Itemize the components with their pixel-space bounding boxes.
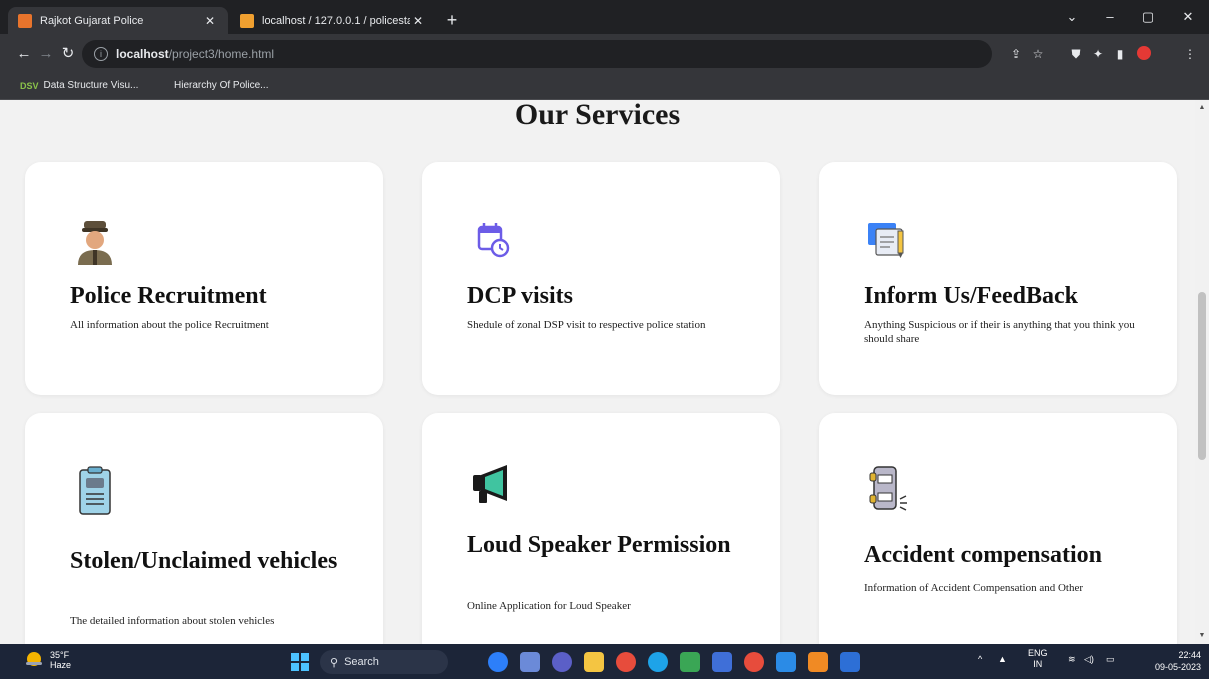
service-card-stolen-vehicles[interactable]: Stolen/Unclaimed vehicles The detailed i…	[25, 413, 383, 644]
service-card-inform-feedback[interactable]: Inform Us/FeedBack Anything Suspicious o…	[819, 162, 1177, 395]
search-label: Search	[344, 656, 379, 668]
windows-start-icon[interactable]	[290, 652, 310, 672]
windows-taskbar: 35°F Haze ⚲ Search ^ ▲ ENG IN ≋ ◁) ▭ 22:…	[0, 644, 1209, 679]
card-title: Accident compensation	[864, 542, 1102, 568]
card-description: Information of Accident Compensation and…	[864, 582, 1084, 594]
edge-icon[interactable]	[648, 652, 668, 672]
tab-close-icon[interactable]: ✕	[410, 14, 426, 28]
dsv-bookmark-icon: DSV	[20, 80, 39, 91]
app-icon-1[interactable]	[488, 652, 508, 672]
card-title: Inform Us/FeedBack	[864, 283, 1078, 309]
search-icon: ⚲	[330, 656, 339, 669]
weather-temp: 35°F	[50, 650, 70, 660]
app-icon-2[interactable]	[712, 652, 732, 672]
scroll-up-icon[interactable]: ▲	[1195, 104, 1209, 111]
card-description: Online Application for Loud Speaker	[467, 600, 631, 612]
tab-title: localhost / 127.0.0.1 / policestat	[262, 14, 410, 27]
service-card-police-recruitment[interactable]: Police Recruitment All information about…	[25, 162, 383, 395]
tray-app-icon[interactable]: ▲	[998, 654, 1007, 664]
back-button[interactable]: ←	[14, 44, 34, 64]
clock-date: 09-05-2023	[1154, 662, 1201, 672]
calendar-clock-icon	[467, 217, 517, 267]
weather-widget[interactable]: 35°F Haze	[24, 650, 71, 670]
tray-overflow-icon[interactable]: ^	[978, 654, 982, 664]
close-window-button[interactable]: ✕	[1174, 8, 1202, 26]
file-explorer-icon[interactable]	[584, 652, 604, 672]
chrome-profile-icon[interactable]	[744, 652, 764, 672]
share-icon[interactable]: ⇪	[1008, 46, 1024, 62]
card-title: DCP visits	[467, 283, 574, 309]
bookmarks-bar: DSV Data Structure Visu... Hierarchy Of …	[0, 74, 1209, 100]
feedback-document-icon	[864, 217, 914, 267]
car-accident-icon	[864, 463, 914, 513]
task-view-icon[interactable]	[520, 652, 540, 672]
minimize-button[interactable]: –	[1096, 8, 1124, 26]
card-description: All information about the police Recruit…	[70, 319, 269, 331]
profile-avatar[interactable]	[1136, 46, 1152, 62]
megaphone-icon	[467, 461, 517, 511]
scroll-thumb[interactable]	[1198, 292, 1206, 460]
tab-rajkot-police[interactable]: Rajkot Gujarat Police ✕	[8, 7, 228, 34]
bookmark-star-icon[interactable]: ☆	[1030, 46, 1046, 62]
side-panel-icon[interactable]: ▮	[1112, 46, 1128, 62]
taskbar-clock[interactable]: 22:44 09-05-2023	[1155, 649, 1201, 673]
card-description: The detailed information about stolen ve…	[70, 615, 275, 627]
forward-button[interactable]: →	[36, 44, 56, 64]
page-viewport: Our Services Police Recruitment All info…	[0, 100, 1209, 644]
service-card-accident-compensation[interactable]: Accident compensation Information of Acc…	[819, 413, 1177, 644]
sun-haze-icon	[26, 652, 42, 666]
card-title: Stolen/Unclaimed vehicles	[70, 548, 338, 574]
card-description: Anything Suspicious or if their is anyth…	[864, 319, 1135, 345]
vscode-icon[interactable]	[776, 652, 796, 672]
scroll-down-icon[interactable]: ▼	[1195, 632, 1209, 639]
tab-phpmyadmin[interactable]: localhost / 127.0.0.1 / policestat ✕	[230, 7, 436, 34]
reload-button[interactable]: ↻	[58, 44, 78, 64]
page-scrollbar[interactable]: ▲ ▼	[1195, 100, 1209, 644]
phpmyadmin-favicon-icon	[240, 13, 254, 28]
bookmark-label: Hierarchy Of Police...	[174, 80, 269, 91]
extensions-puzzle-icon[interactable]: ✦	[1090, 46, 1106, 62]
site-info-icon[interactable]: i	[94, 47, 108, 61]
card-title: Police Recruitment	[70, 283, 267, 309]
wifi-icon[interactable]: ≋	[1068, 654, 1076, 665]
language-code: ENG	[1028, 648, 1048, 658]
browser-titlebar: Rajkot Gujarat Police ✕ localhost / 127.…	[0, 0, 1209, 34]
language-indicator[interactable]: ENG IN	[1028, 648, 1048, 670]
volume-icon[interactable]: ◁)	[1084, 654, 1094, 665]
clock-time: 22:44	[1178, 650, 1201, 660]
restore-button[interactable]: ▢	[1134, 8, 1162, 26]
tab-search-chevron-icon[interactable]: ⌄	[1058, 8, 1086, 26]
bookmark-label: Data Structure Visu...	[43, 80, 139, 91]
bookmark-hierarchy-police[interactable]: Hierarchy Of Police...	[174, 80, 268, 91]
battery-icon[interactable]: ▭	[1106, 654, 1115, 665]
app-icon-3[interactable]	[840, 652, 860, 672]
taskbar-search[interactable]: ⚲ Search	[320, 650, 448, 674]
service-card-dcp-visits[interactable]: DCP visits Shedule of zonal DSP visit to…	[422, 162, 780, 395]
police-officer-icon	[70, 217, 120, 267]
card-title: Loud Speaker Permission	[467, 532, 731, 558]
chrome-icon[interactable]	[616, 652, 636, 672]
url-host: localhost	[116, 47, 169, 61]
tab-close-icon[interactable]: ✕	[202, 14, 218, 28]
card-description: Shedule of zonal DSP visit to respective…	[467, 319, 706, 331]
region-code: IN	[1033, 659, 1043, 669]
vehicle-report-icon	[70, 466, 120, 516]
tab-title: Rajkot Gujarat Police	[40, 14, 144, 27]
xampp-icon[interactable]	[808, 652, 828, 672]
service-card-loud-speaker[interactable]: Loud Speaker Permission Online Applicati…	[422, 413, 780, 644]
bookmark-data-structure[interactable]: DSV Data Structure Visu...	[20, 80, 138, 91]
url-path: /project3/home.html	[168, 47, 275, 61]
teams-chat-icon[interactable]	[552, 652, 572, 672]
police-favicon-icon	[18, 13, 32, 28]
menu-kebab-icon[interactable]: ⋮	[1182, 46, 1198, 62]
new-tab-button[interactable]: +	[442, 10, 462, 30]
browser-toolbar: ← → ↻ i localhost /project3/home.html ⇪ …	[0, 34, 1209, 74]
shield-extension-icon[interactable]: ⛊	[1068, 46, 1084, 62]
store-icon[interactable]	[680, 652, 700, 672]
address-bar[interactable]: i localhost /project3/home.html	[82, 40, 992, 68]
weather-condition: Haze	[50, 660, 72, 670]
section-title: Our Services	[514, 100, 681, 131]
